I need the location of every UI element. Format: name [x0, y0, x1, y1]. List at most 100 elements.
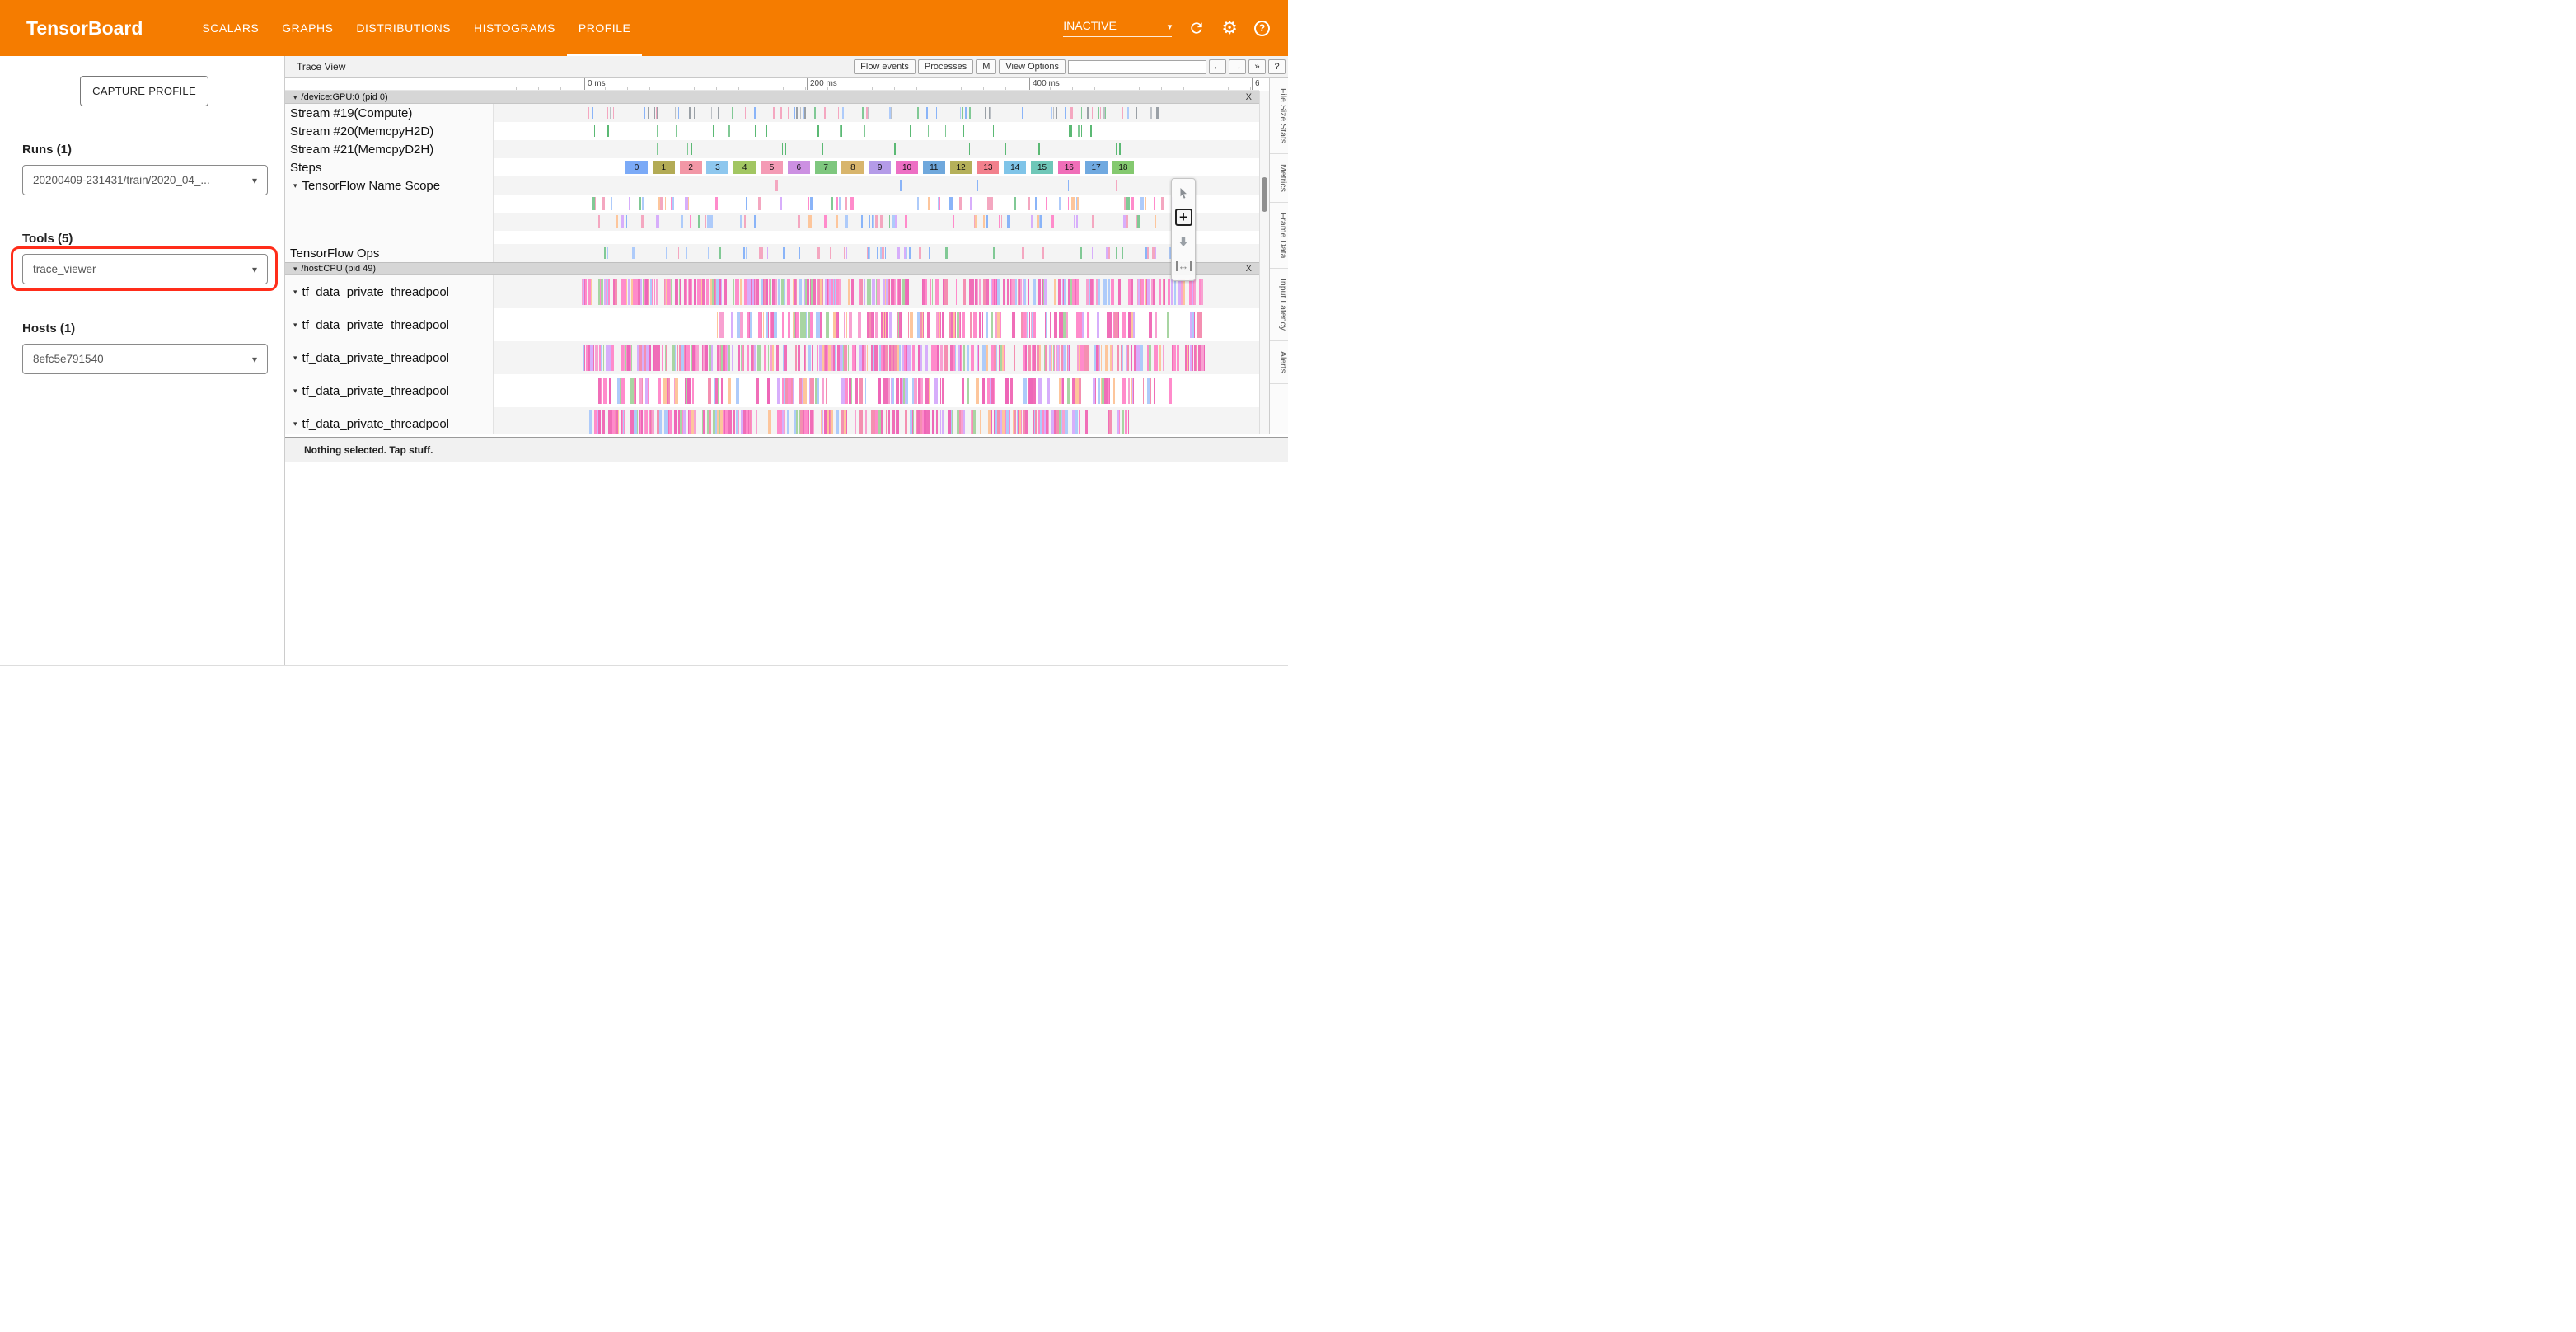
- step-block[interactable]: 14: [1004, 161, 1026, 174]
- track-content[interactable]: [494, 176, 1259, 195]
- step-block[interactable]: 5: [761, 161, 783, 174]
- track-row[interactable]: ▾tf_data_private_threadpool: [285, 374, 1259, 407]
- nav-tab-scalars[interactable]: SCALARS: [190, 0, 270, 56]
- select-cursor-icon[interactable]: [1174, 184, 1192, 202]
- nav-right-button[interactable]: →: [1229, 59, 1246, 74]
- trace-event-mark: [866, 107, 868, 119]
- track-row[interactable]: Steps0123456789101112131415161718: [285, 158, 1259, 176]
- step-block[interactable]: 15: [1031, 161, 1053, 174]
- step-block[interactable]: 18: [1112, 161, 1134, 174]
- nav-tab-graphs[interactable]: GRAPHS: [270, 0, 344, 56]
- step-block[interactable]: 8: [841, 161, 864, 174]
- trace-event-mark: [892, 410, 895, 434]
- trace-help-button[interactable]: ?: [1268, 59, 1286, 74]
- nav-tab-profile[interactable]: PROFILE: [567, 0, 642, 56]
- step-block[interactable]: 13: [977, 161, 999, 174]
- step-block[interactable]: 7: [815, 161, 837, 174]
- track-content[interactable]: [494, 140, 1259, 158]
- process-section-header[interactable]: ▾/device:GPU:0 (pid 0)X: [285, 91, 1259, 104]
- side-tab-metrics[interactable]: Metrics: [1270, 154, 1288, 203]
- collapse-arrow-icon[interactable]: ▾: [293, 387, 297, 396]
- track-content[interactable]: [494, 122, 1259, 140]
- track-row[interactable]: [285, 195, 1259, 213]
- trace-event-mark: [645, 410, 648, 434]
- track-content[interactable]: [494, 244, 1259, 262]
- step-block[interactable]: 16: [1058, 161, 1080, 174]
- nav-left-button[interactable]: ←: [1209, 59, 1226, 74]
- trace-event-mark: [707, 215, 710, 228]
- collapse-arrow-icon[interactable]: ▾: [293, 181, 297, 190]
- trace-event-mark: [794, 107, 795, 119]
- capture-profile-button[interactable]: CAPTURE PROFILE: [80, 76, 208, 106]
- step-block[interactable]: 4: [733, 161, 756, 174]
- side-tab-alerts[interactable]: Alerts: [1270, 341, 1288, 384]
- trace-event-mark: [987, 197, 991, 210]
- step-block[interactable]: 1: [653, 161, 675, 174]
- track-content[interactable]: [494, 407, 1259, 434]
- track-content[interactable]: [494, 341, 1259, 374]
- pan-down-icon[interactable]: [1174, 232, 1192, 251]
- track-content[interactable]: [494, 374, 1259, 407]
- metadata-button[interactable]: M: [976, 59, 996, 74]
- collapse-arrow-icon[interactable]: ▾: [293, 321, 297, 330]
- track-row[interactable]: ▾tf_data_private_threadpool: [285, 407, 1259, 434]
- side-tab-file-size-stats[interactable]: File Size Stats: [1270, 78, 1288, 154]
- top-right-controls: INACTIVE ▾ ⚙ ?: [1063, 0, 1270, 56]
- track-row[interactable]: Stream #21(MemcpyD2H): [285, 140, 1259, 158]
- track-content[interactable]: [494, 104, 1259, 122]
- step-block[interactable]: 3: [706, 161, 728, 174]
- track-content[interactable]: 0123456789101112131415161718: [494, 158, 1259, 176]
- view-options-button[interactable]: View Options: [999, 59, 1066, 74]
- collapse-arrow-icon[interactable]: ▾: [293, 288, 297, 297]
- step-block[interactable]: 0: [625, 161, 648, 174]
- step-block[interactable]: 11: [923, 161, 945, 174]
- trace-event-mark: [961, 345, 962, 371]
- track-content[interactable]: [494, 231, 1259, 244]
- track-row[interactable]: [285, 213, 1259, 231]
- step-block[interactable]: 12: [950, 161, 972, 174]
- nav-tab-histograms[interactable]: HISTOGRAMS: [462, 0, 567, 56]
- flow-events-button[interactable]: Flow events: [854, 59, 916, 74]
- track-content[interactable]: [494, 195, 1259, 213]
- status-dropdown[interactable]: INACTIVE ▾: [1063, 19, 1172, 37]
- close-section-button[interactable]: X: [1246, 92, 1252, 102]
- track-row[interactable]: ▾tf_data_private_threadpool: [285, 275, 1259, 308]
- side-tab-frame-data[interactable]: Frame Data: [1270, 203, 1288, 269]
- side-tab-input-latency[interactable]: Input Latency: [1270, 269, 1288, 341]
- track-content[interactable]: [494, 308, 1259, 341]
- tools-dropdown[interactable]: trace_viewer ▾: [22, 254, 268, 284]
- zoom-icon[interactable]: +: [1175, 209, 1192, 226]
- track-row[interactable]: ▾tf_data_private_threadpool: [285, 308, 1259, 341]
- hosts-dropdown[interactable]: 8efc5e791540 ▾: [22, 344, 268, 374]
- nav-tab-distributions[interactable]: DISTRIBUTIONS: [344, 0, 462, 56]
- track-row[interactable]: TensorFlow Ops: [285, 244, 1259, 262]
- step-block[interactable]: 6: [788, 161, 810, 174]
- step-block[interactable]: 9: [869, 161, 891, 174]
- settings-icon[interactable]: ⚙: [1221, 19, 1238, 37]
- step-block[interactable]: 2: [680, 161, 702, 174]
- process-section-header[interactable]: ▾/host:CPU (pid 49)X: [285, 262, 1259, 275]
- collapse-arrow-icon[interactable]: ▾: [293, 265, 297, 274]
- close-section-button[interactable]: X: [1246, 264, 1252, 274]
- processes-button[interactable]: Processes: [918, 59, 973, 74]
- collapse-arrow-icon[interactable]: ▾: [293, 420, 297, 429]
- vertical-scrollbar[interactable]: [1259, 91, 1269, 434]
- refresh-icon[interactable]: [1188, 20, 1205, 36]
- more-button[interactable]: »: [1248, 59, 1266, 74]
- collapse-arrow-icon[interactable]: ▾: [293, 93, 297, 102]
- track-row[interactable]: ▾tf_data_private_threadpool: [285, 341, 1259, 374]
- track-row[interactable]: Stream #19(Compute): [285, 104, 1259, 122]
- collapse-arrow-icon[interactable]: ▾: [293, 354, 297, 363]
- track-row[interactable]: Stream #20(MemcpyH2D): [285, 122, 1259, 140]
- step-block[interactable]: 10: [896, 161, 918, 174]
- help-icon[interactable]: ?: [1254, 21, 1270, 36]
- track-row[interactable]: [285, 231, 1259, 244]
- track-row[interactable]: ▾TensorFlow Name Scope: [285, 176, 1259, 195]
- trace-search-input[interactable]: [1068, 60, 1206, 74]
- runs-dropdown[interactable]: 20200409-231431/train/2020_04_... ▾: [22, 165, 268, 195]
- track-content[interactable]: [494, 213, 1259, 231]
- step-block[interactable]: 17: [1085, 161, 1108, 174]
- track-content[interactable]: [494, 275, 1259, 308]
- scrollbar-thumb[interactable]: [1262, 177, 1267, 212]
- timing-range-icon[interactable]: ↔: [1174, 257, 1192, 275]
